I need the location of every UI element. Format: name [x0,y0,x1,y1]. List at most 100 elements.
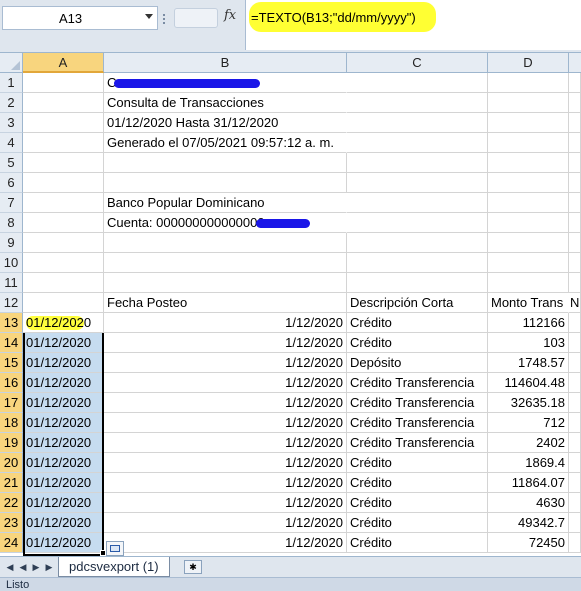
row-header[interactable]: 17 [0,393,23,413]
empty-cell[interactable] [569,353,581,373]
cell-date-text[interactable]: 01/12/2020 [23,373,104,393]
empty-cell[interactable] [488,233,569,253]
cell-monto[interactable]: 1869.4 [488,453,569,473]
cell-descripcion[interactable]: Crédito Transferencia [347,433,488,453]
empty-cell[interactable] [488,73,569,93]
row-header[interactable]: 2 [0,93,23,113]
cell-descripcion[interactable]: Crédito [347,533,488,553]
cell-date-text[interactable]: 01/12/2020 [23,493,104,513]
empty-cell[interactable] [569,253,581,273]
empty-cell[interactable] [347,153,488,173]
cell-date-text[interactable]: 01/12/2020 [23,333,104,353]
row-header[interactable]: 22 [0,493,23,513]
empty-cell[interactable] [569,153,581,173]
cell-monto[interactable]: 72450 [488,533,569,553]
last-sheet-icon[interactable]: ▶ [43,561,55,573]
row-header[interactable]: 14 [0,333,23,353]
name-box[interactable]: A13 [2,6,158,30]
header-column-e[interactable]: N [569,293,581,313]
cell-b4[interactable]: Generado el 07/05/2021 09:57:12 a. m. [104,133,347,153]
previous-sheet-icon[interactable]: ◀ [17,561,29,573]
empty-cell[interactable] [488,93,569,113]
row-header[interactable]: 15 [0,353,23,373]
empty-cell[interactable] [569,273,581,293]
cell-date-text[interactable]: 01/12/2020 [23,433,104,453]
empty-cell[interactable] [488,133,569,153]
cell-fecha-posteo[interactable]: 1/12/2020 [104,393,347,413]
empty-cell[interactable] [569,233,581,253]
insert-function-icon[interactable]: fx [224,8,236,23]
cell-fecha-posteo[interactable]: 1/12/2020 [104,373,347,393]
empty-cell[interactable] [23,93,104,113]
empty-cell[interactable] [104,253,347,273]
cell-fecha-posteo[interactable]: 1/12/2020 [104,333,347,353]
empty-cell[interactable] [569,513,581,533]
cell-monto[interactable]: 32635.18 [488,393,569,413]
cell-descripcion[interactable]: Crédito Transferencia [347,373,488,393]
cell-date-text[interactable]: 01/12/2020 [23,513,104,533]
cell-b2[interactable]: Consulta de Transacciones [104,93,347,113]
empty-cell[interactable] [488,113,569,133]
cell-date-text[interactable]: 01/12/2020 [23,533,104,553]
empty-cell[interactable] [347,173,488,193]
sheet-tab-active[interactable]: pdcsvexport (1) [58,557,170,577]
column-header-e[interactable] [569,53,581,73]
empty-cell[interactable] [23,213,104,233]
cell-monto[interactable]: 11864.07 [488,473,569,493]
next-sheet-icon[interactable]: ▶ [30,561,42,573]
row-header[interactable]: 7 [0,193,23,213]
cell-descripcion[interactable]: Crédito [347,513,488,533]
first-sheet-icon[interactable]: ◀ [4,561,16,573]
cell-monto[interactable]: 4630 [488,493,569,513]
empty-cell[interactable] [23,113,104,133]
column-header-a[interactable]: A [23,53,104,73]
empty-cell[interactable] [569,533,581,553]
empty-cell[interactable] [23,173,104,193]
empty-cell[interactable] [569,373,581,393]
empty-cell[interactable] [569,473,581,493]
cell-fecha-posteo[interactable]: 1/12/2020 [104,513,347,533]
cell-monto[interactable]: 112166 [488,313,569,333]
empty-cell[interactable] [569,493,581,513]
empty-cell[interactable] [488,253,569,273]
row-header[interactable]: 19 [0,433,23,453]
row-header[interactable]: 18 [0,413,23,433]
empty-cell[interactable] [104,233,347,253]
cell-monto[interactable]: 1748.57 [488,353,569,373]
empty-cell[interactable] [488,193,569,213]
empty-cell[interactable] [347,193,488,213]
row-header[interactable]: 12 [0,293,23,313]
header-monto-trans[interactable]: Monto Trans [488,293,569,313]
cell-fecha-posteo[interactable]: 1/12/2020 [104,453,347,473]
cell-fecha-posteo[interactable]: 1/12/2020 [104,313,347,333]
header-descripcion-corta[interactable]: Descripción Corta [347,293,488,313]
empty-cell[interactable] [347,253,488,273]
column-header-b[interactable]: B [104,53,347,73]
cell-descripcion[interactable]: Crédito [347,493,488,513]
formula-input[interactable]: =TEXTO(B13;"dd/mm/yyyy") [245,0,581,50]
cell-descripcion[interactable]: Crédito Transferencia [347,393,488,413]
cell-fecha-posteo[interactable]: 1/12/2020 [104,533,347,553]
empty-cell[interactable] [23,193,104,213]
cell-fecha-posteo[interactable]: 1/12/2020 [104,493,347,513]
column-header-c[interactable]: C [347,53,488,73]
empty-cell[interactable] [569,453,581,473]
empty-cell[interactable] [569,93,581,113]
empty-cell[interactable] [569,433,581,453]
resize-handle-icon[interactable] [161,13,167,25]
cell-b7[interactable]: Banco Popular Dominicano [104,193,347,213]
cell-date-text[interactable]: 01/12/2020 [23,393,104,413]
cell-monto[interactable]: 103 [488,333,569,353]
cell-date-text[interactable]: 01/12/2020 [23,473,104,493]
empty-cell[interactable] [488,173,569,193]
empty-cell[interactable] [23,73,104,93]
cell-descripcion[interactable]: Crédito [347,473,488,493]
empty-cell[interactable] [23,233,104,253]
row-header[interactable]: 6 [0,173,23,193]
empty-cell[interactable] [488,153,569,173]
empty-cell[interactable] [569,213,581,233]
row-header[interactable]: 20 [0,453,23,473]
empty-cell[interactable] [569,393,581,413]
cell-descripcion[interactable]: Crédito [347,453,488,473]
empty-cell[interactable] [23,273,104,293]
